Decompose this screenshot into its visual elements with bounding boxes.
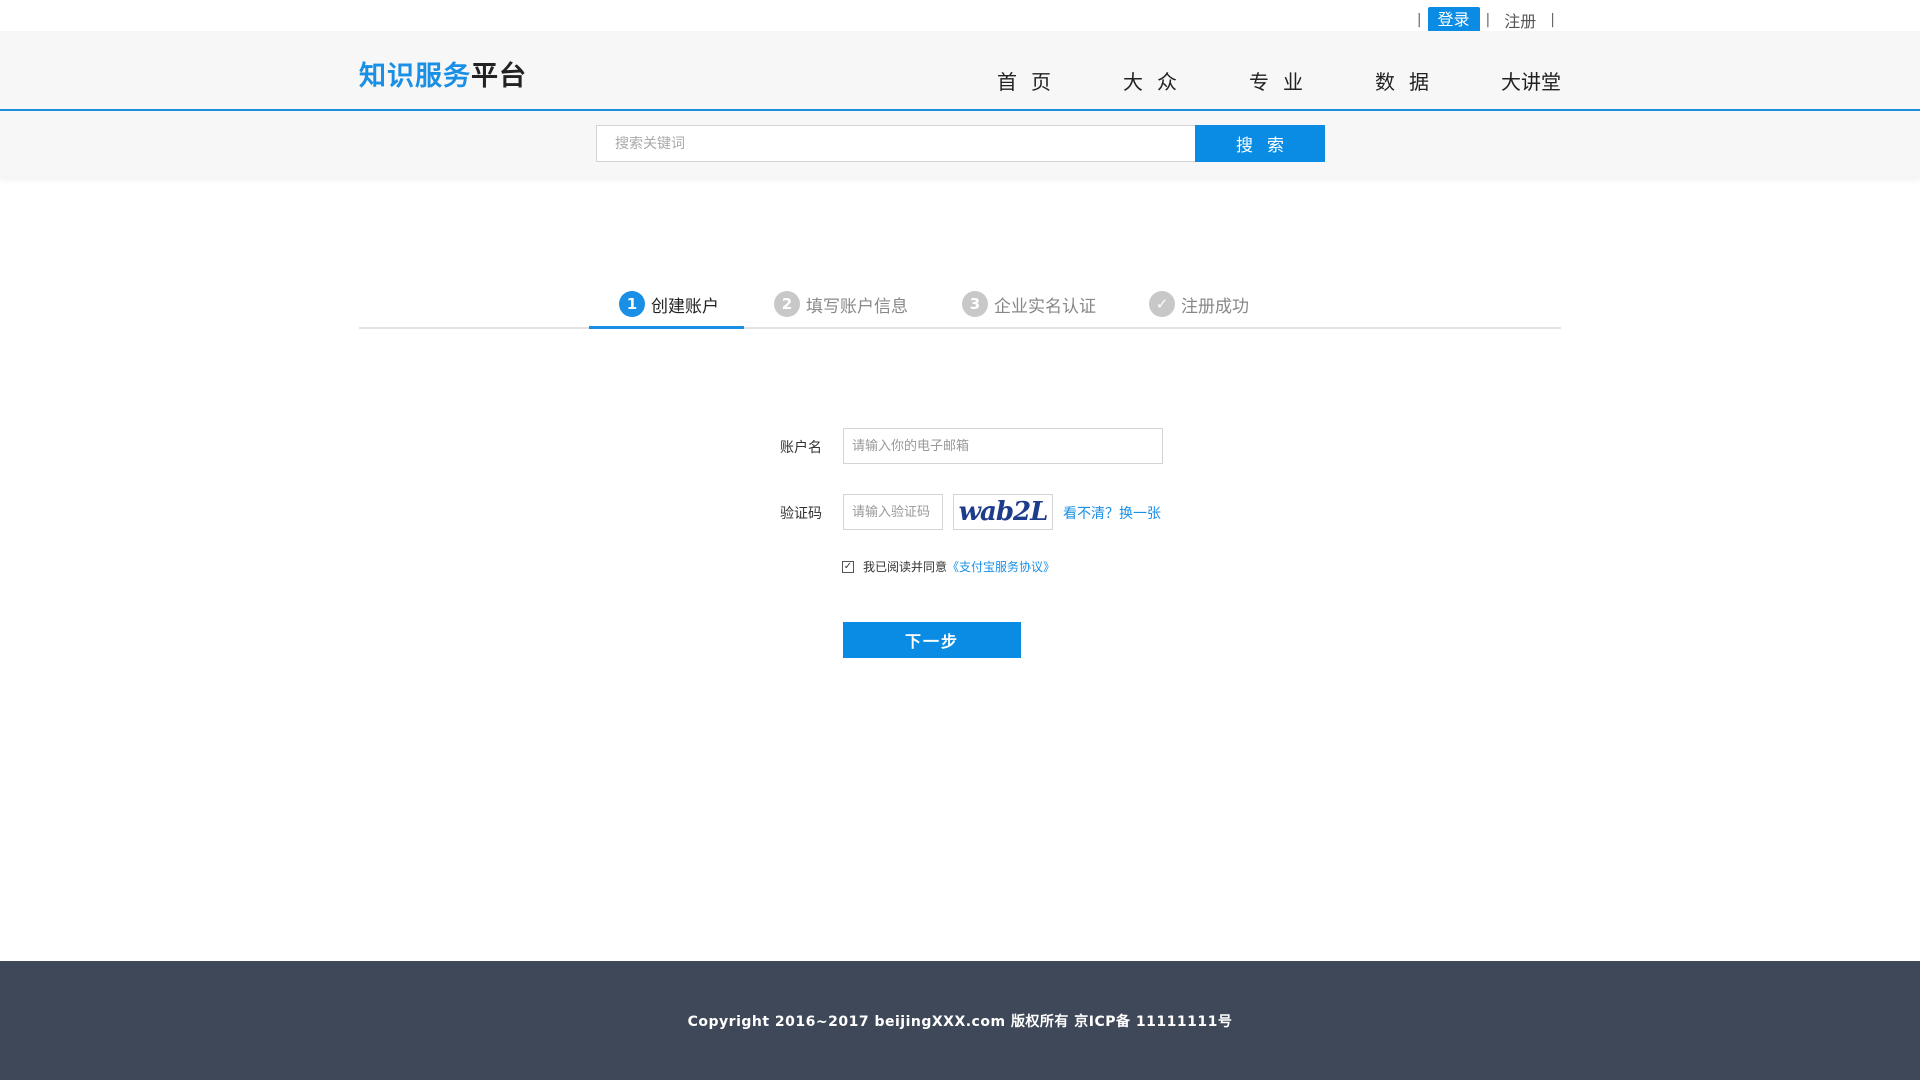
search-input[interactable] [596,125,1196,162]
step-number: 2 [774,291,800,317]
step-label: 创建账户 [651,296,719,317]
site-footer: Copyright 2016~2017 beijingXXX.com 版权所有 … [0,961,1920,1080]
agree-checkbox[interactable]: ✓ [842,560,854,573]
step-label: 注册成功 [1181,296,1249,317]
step-success: ✓ 注册成功 [1149,290,1249,318]
search-button[interactable]: 搜索 [1195,125,1325,162]
logo-text-blue: 知识服务 [359,61,471,92]
login-button[interactable]: 登录 [1427,7,1480,32]
step-verification: 3 企业实名认证 [962,290,1096,318]
nav-data[interactable]: 数据 [1375,66,1443,95]
captcha-label: 验证码 [780,506,822,522]
site-logo[interactable]: 知识服务平台 [359,54,527,93]
next-step-button[interactable]: 下一步 [843,622,1021,658]
account-name-label: 账户名 [780,440,822,456]
active-step-indicator [589,326,744,329]
search-bar: 搜索 [0,111,1920,177]
agreement-row: ✓ 我已阅读并同意 《支付宝服务协议》 [842,558,1055,575]
refresh-captcha-link[interactable]: 看不清？换一张 [1063,503,1161,523]
email-field[interactable] [843,428,1163,464]
nav-public[interactable]: 大众 [1123,66,1191,95]
step-number: 3 [962,291,988,317]
logo-text-dark: 平台 [471,61,527,92]
step-label: 填写账户信息 [806,296,908,317]
separator: | [1550,11,1555,28]
separator: | [1485,11,1491,28]
check-icon: ✓ [1149,291,1175,317]
top-bar: | 登录 | 注册 | [0,0,1920,32]
nav-home[interactable]: 首页 [997,66,1065,95]
nav-lecture-hall[interactable]: 大讲堂 [1501,66,1561,95]
captcha-image[interactable]: wab2L [953,494,1053,530]
step-number: 1 [619,291,645,317]
auth-links: | 登录 | 注册 | [1411,7,1561,32]
nav-professional[interactable]: 专业 [1249,66,1317,95]
service-agreement-link[interactable]: 《支付宝服务协议》 [947,558,1055,575]
copyright-text: Copyright 2016~2017 beijingXXX.com 版权所有 … [687,1014,1233,1030]
step-create-account: 1 创建账户 [619,290,719,318]
step-label: 企业实名认证 [994,296,1096,317]
site-header: 知识服务平台 首页 大众 专业 数据 大讲堂 [0,31,1920,111]
separator: | [1416,11,1422,28]
step-fill-info: 2 填写账户信息 [774,290,908,318]
captcha-field[interactable] [843,494,943,530]
registration-steps: 1 创建账户 2 填写账户信息 3 企业实名认证 ✓ 注册成功 [359,285,1561,329]
register-link[interactable]: 注册 [1496,8,1544,32]
agree-text: 我已阅读并同意 [863,560,948,574]
main-nav: 首页 大众 专业 数据 大讲堂 [939,66,1561,95]
